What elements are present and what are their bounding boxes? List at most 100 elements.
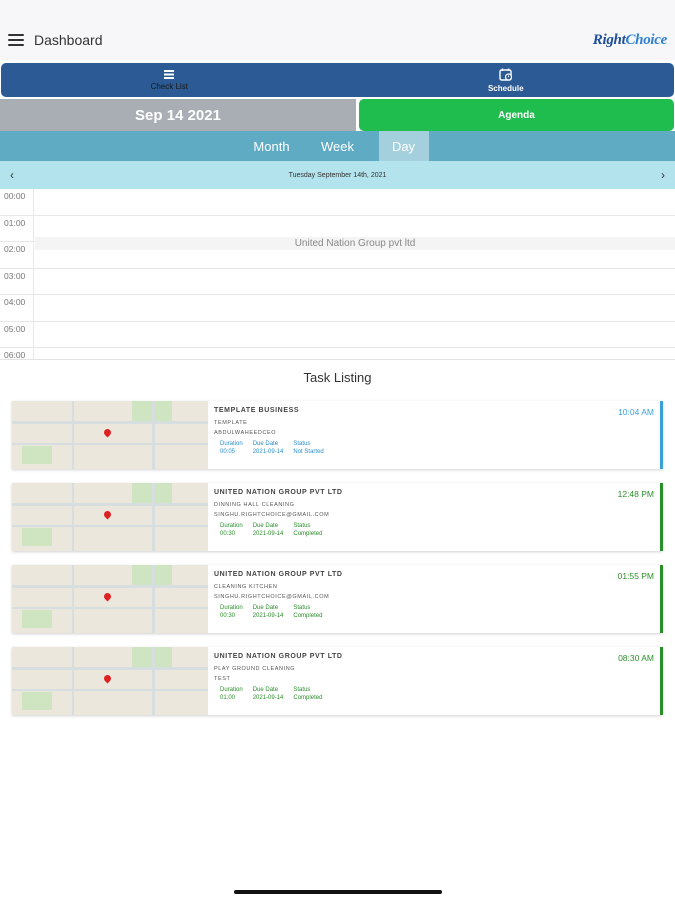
status-label: Status bbox=[293, 687, 311, 693]
hour-label: 05:00 bbox=[0, 321, 34, 347]
task-contact: ABDULWAHEEDCEO bbox=[214, 430, 277, 436]
task-client: UNITED NATION GROUP PVT LTD bbox=[214, 489, 343, 496]
task-contact: TEST bbox=[214, 676, 231, 682]
task-client: TEMPLATE BUSINESS bbox=[214, 407, 300, 414]
task-meta: Duration 00:05 Due Date 2021-09-14 Status N… bbox=[214, 440, 660, 456]
task-time: 12:48 PM bbox=[617, 489, 654, 499]
tab-checklist[interactable]: Check List bbox=[1, 63, 338, 97]
hour-label: 01:00 bbox=[0, 215, 34, 241]
task-card[interactable]: UNITED NATION GROUP PVT LTD CLEANING KIT… bbox=[12, 565, 663, 633]
task-duration: Duration 00:30 bbox=[220, 522, 243, 538]
task-duration: Duration 00:05 bbox=[220, 440, 243, 456]
next-day-icon[interactable]: › bbox=[661, 168, 665, 182]
due-date-value: 2021-09-14 bbox=[252, 449, 284, 455]
task-card[interactable]: UNITED NATION GROUP PVT LTD DINNING HALL… bbox=[12, 483, 663, 551]
due-date-value: 2021-09-14 bbox=[252, 531, 284, 537]
tab-checklist-label: Check List bbox=[150, 81, 188, 91]
main-tabbar: Check List Schedule bbox=[1, 63, 674, 97]
hour-row: 06:00 bbox=[0, 348, 675, 359]
calendar-clock-icon bbox=[499, 68, 512, 81]
app-header: Dashboard RightChoice bbox=[0, 20, 675, 60]
duration-label: Duration bbox=[220, 605, 243, 611]
tab-month[interactable]: Month bbox=[247, 131, 297, 161]
task-due-date: Due Date 2021-09-14 bbox=[253, 604, 284, 620]
task-due-date: Due Date 2021-09-14 bbox=[253, 440, 284, 456]
task-list: TEMPLATE BUSINESS TEMPLATE ABDULWAHEEDCE… bbox=[0, 401, 675, 715]
status-value: Not Started bbox=[293, 449, 324, 455]
task-client: UNITED NATION GROUP PVT LTD bbox=[214, 653, 343, 660]
page-title: Dashboard bbox=[34, 32, 103, 48]
task-name: CLEANING KITCHEN bbox=[214, 584, 278, 590]
task-status: Status Completed bbox=[293, 686, 322, 702]
due-date-label: Due Date bbox=[252, 523, 279, 529]
prev-day-icon[interactable]: ‹ bbox=[10, 168, 14, 182]
date-bar: Sep 14 2021 Agenda bbox=[0, 99, 675, 131]
task-time: 10:04 AM bbox=[618, 407, 654, 417]
task-meta: Duration 00:30 Due Date 2021-09-14 Status C… bbox=[214, 522, 660, 538]
status-value: Completed bbox=[293, 531, 323, 537]
home-indicator[interactable] bbox=[234, 890, 442, 894]
day-view-grid[interactable]: 00:00 01:00 02:00 03:00 04:00 05:00 06:0… bbox=[0, 189, 675, 360]
tab-day[interactable]: Day bbox=[378, 131, 429, 161]
status-bar bbox=[0, 0, 675, 20]
hour-row: 04:00 bbox=[0, 295, 675, 322]
map-thumbnail bbox=[12, 401, 208, 469]
hour-label: 00:00 bbox=[0, 189, 34, 215]
task-status: Status Completed bbox=[293, 522, 322, 538]
task-time: 01:55 PM bbox=[617, 571, 654, 581]
duration-value: 01:00 bbox=[220, 695, 236, 701]
task-name: PLAY GROUND CLEANING bbox=[214, 666, 296, 672]
duration-label: Duration bbox=[220, 523, 243, 529]
task-due-date: Due Date 2021-09-14 bbox=[253, 686, 284, 702]
status-label: Status bbox=[293, 523, 311, 529]
task-listing-title: Task Listing bbox=[303, 370, 372, 385]
task-card[interactable]: TEMPLATE BUSINESS TEMPLATE ABDULWAHEEDCE… bbox=[12, 401, 663, 469]
task-name: DINNING HALL CLEANING bbox=[214, 502, 295, 508]
duration-value: 00:30 bbox=[220, 613, 236, 619]
task-meta: Duration 00:30 Due Date 2021-09-14 Status C… bbox=[214, 604, 660, 620]
map-pin-icon bbox=[102, 427, 113, 438]
tab-schedule[interactable]: Schedule bbox=[338, 63, 675, 97]
task-card[interactable]: UNITED NATION GROUP PVT LTD PLAY GROUND … bbox=[12, 647, 663, 715]
due-date-value: 2021-09-14 bbox=[252, 613, 284, 619]
hour-label: 03:00 bbox=[0, 268, 34, 294]
map-pin-icon bbox=[102, 591, 113, 602]
selected-date: Sep 14 2021 bbox=[0, 99, 356, 131]
duration-label: Duration bbox=[220, 441, 243, 447]
task-duration: Duration 01:00 bbox=[220, 686, 243, 702]
task-status: Status Completed bbox=[293, 604, 322, 620]
map-thumbnail bbox=[12, 565, 208, 633]
task-info: UNITED NATION GROUP PVT LTD CLEANING KIT… bbox=[208, 565, 660, 633]
task-info: UNITED NATION GROUP PVT LTD DINNING HALL… bbox=[208, 483, 660, 551]
map-pin-icon bbox=[102, 673, 113, 684]
due-date-label: Due Date bbox=[252, 687, 279, 693]
tab-schedule-label: Schedule bbox=[487, 83, 524, 93]
task-name: TEMPLATE bbox=[214, 420, 248, 426]
task-info: UNITED NATION GROUP PVT LTD PLAY GROUND … bbox=[208, 647, 660, 715]
due-date-label: Due Date bbox=[252, 605, 279, 611]
task-contact: SINGHU.RIGHTCHOICE@GMAIL.COM bbox=[214, 512, 330, 518]
duration-label: Duration bbox=[220, 687, 243, 693]
app-screen: Dashboard RightChoice Check List Schedul… bbox=[0, 0, 675, 900]
tab-week[interactable]: Week bbox=[313, 131, 363, 161]
map-thumbnail bbox=[12, 647, 208, 715]
due-date-label: Due Date bbox=[252, 441, 279, 447]
task-contact: SINGHU.RIGHTCHOICE@GMAIL.COM bbox=[214, 594, 330, 600]
task-duration: Duration 00:30 bbox=[220, 604, 243, 620]
status-label: Status bbox=[293, 605, 311, 611]
task-status: Status Not Started bbox=[293, 440, 323, 456]
status-value: Completed bbox=[293, 695, 323, 701]
calendar-view-tabs: Month Week Day bbox=[0, 131, 675, 161]
menu-icon[interactable] bbox=[8, 34, 24, 46]
calendar-event[interactable]: United Nation Group pvt ltd bbox=[35, 237, 675, 250]
hour-label: 04:00 bbox=[0, 295, 34, 321]
hour-row: 03:00 bbox=[0, 268, 675, 295]
task-info: TEMPLATE BUSINESS TEMPLATE ABDULWAHEEDCE… bbox=[208, 401, 660, 469]
duration-value: 00:05 bbox=[220, 449, 236, 455]
task-due-date: Due Date 2021-09-14 bbox=[253, 522, 284, 538]
day-label: Tuesday September 14th, 2021 bbox=[288, 171, 387, 179]
day-navigator: ‹ Tuesday September 14th, 2021 › bbox=[0, 161, 675, 189]
duration-value: 00:30 bbox=[220, 531, 236, 537]
map-pin-icon bbox=[102, 509, 113, 520]
agenda-button[interactable]: Agenda bbox=[359, 99, 674, 131]
